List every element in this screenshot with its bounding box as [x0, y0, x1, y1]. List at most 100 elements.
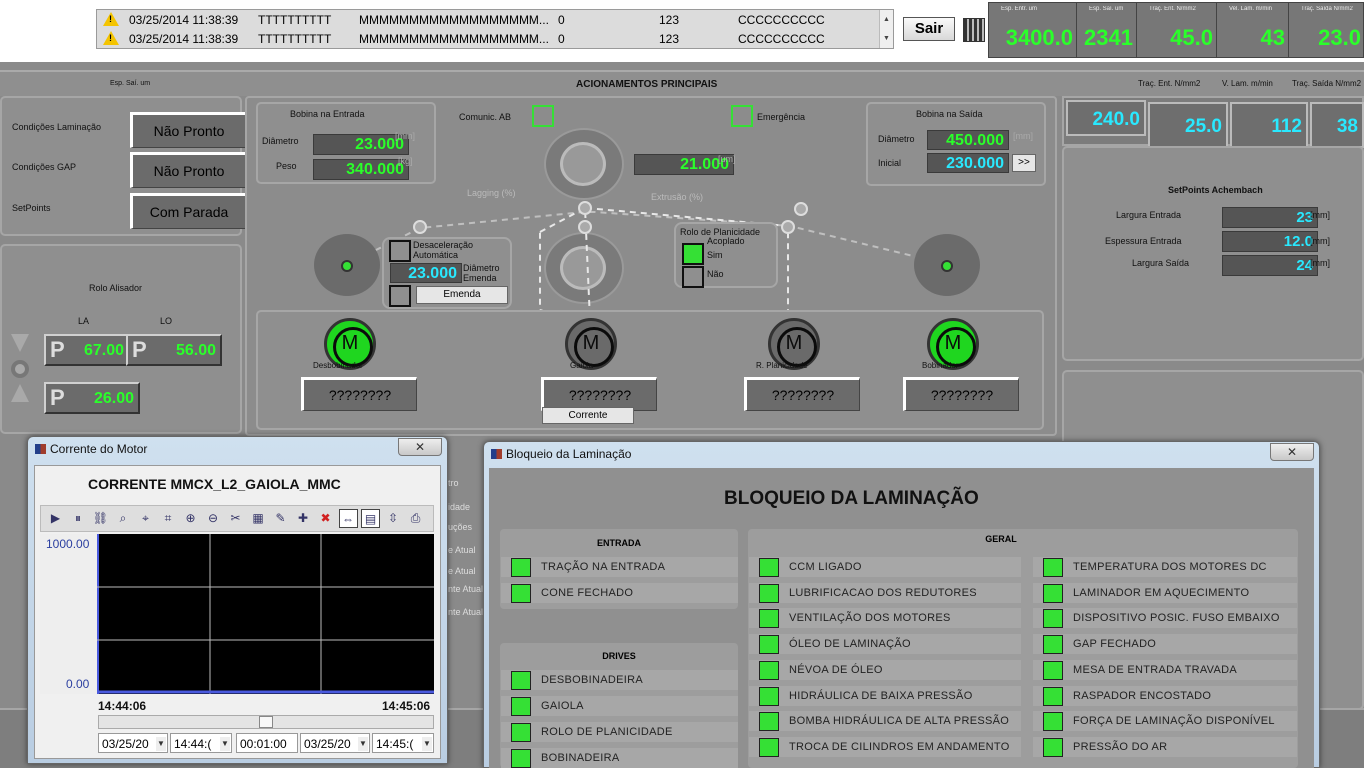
la-setpoint[interactable]: P 67.00 — [44, 334, 130, 366]
bobina-saida-next-button[interactable]: >> — [1012, 154, 1036, 172]
bobina-saida-unit-mm: [mm] — [1013, 131, 1033, 141]
calculator-icon[interactable] — [963, 18, 985, 42]
bobina-entrada-unit-mm: [mm] — [395, 131, 415, 141]
time-scrollbar[interactable] — [98, 715, 434, 729]
alarm-row[interactable]: ! 03/25/2014 11:38:39 TTTTTTTTTT MMMMMMMMMM… — [97, 29, 879, 48]
condition-status[interactable]: Não Pronto — [130, 112, 246, 148]
interlock-item: CONE FECHADO — [501, 583, 738, 603]
top-meter-value: 45.0 — [1170, 25, 1213, 50]
pen-icon[interactable]: ✎ — [271, 509, 290, 528]
third-setpoint[interactable]: P 26.00 — [44, 382, 140, 414]
deflector-roll-1 — [413, 220, 427, 234]
grid-icon[interactable]: ▦ — [249, 509, 268, 528]
motor-status[interactable]: ???????? — [301, 377, 417, 411]
interlock-label: NÉVOA DE ÓLEO — [789, 663, 883, 676]
time-control[interactable]: 03/25/20 ▼ — [300, 733, 370, 753]
top-meter-label: Esp. Entr. um — [1001, 6, 1038, 12]
right-meter-value: 240.0 — [1092, 109, 1140, 130]
interlock-item: MESA DE ENTRADA TRAVADA — [1033, 659, 1297, 680]
interlock-label: ÓLEO DE LAMINAÇÃO — [789, 638, 911, 651]
motor-status[interactable]: ???????? — [903, 377, 1019, 411]
time-control[interactable]: 14:44:(▼ — [170, 733, 232, 753]
condition-status[interactable]: Com Parada — [130, 193, 246, 229]
interlock-label: BOBINADEIRA — [541, 752, 620, 764]
interlock-item: TROCA DE CILINDROS EM ANDAMENTO — [749, 736, 1021, 757]
comunic-indicator — [532, 105, 554, 127]
zoom-area-icon[interactable]: ⌕ — [114, 509, 133, 528]
interlock-item: CCM LIGADO — [749, 557, 1021, 577]
interlock-label: DESBOBINADEIRA — [541, 674, 644, 686]
lo-setpoint[interactable]: P 56.00 — [126, 334, 222, 366]
largura-saida-value[interactable]: 24 — [1222, 255, 1318, 276]
corrente-button[interactable]: Corrente — [542, 407, 634, 424]
right-meter: 25.0 — [1148, 102, 1228, 148]
interlock-label: GAP FECHADO — [1073, 638, 1157, 651]
emenda-button[interactable]: Emenda — [416, 286, 508, 304]
motor-status[interactable]: ???????? — [541, 377, 657, 411]
condition-label: SetPoints — [12, 203, 51, 213]
setpoint-unit-2: [mm] — [1310, 236, 1330, 246]
arrow-up-icon[interactable] — [11, 384, 29, 402]
alarm-cell: 0 — [558, 13, 565, 27]
alarm-row[interactable]: ! 03/25/2014 11:38:39 TTTTTTTTTT MMMMMMMMMM… — [97, 10, 879, 29]
chart-x-start: 14:44:06 — [98, 699, 147, 713]
status-indicator — [1043, 609, 1063, 629]
cut-icon[interactable]: ✂ — [226, 509, 245, 528]
time-control[interactable]: 00:01:00 — [236, 733, 298, 753]
status-indicator — [759, 609, 779, 629]
interlock-label: LUBRIFICACAO DOS REDUTORES — [789, 586, 977, 599]
pause-icon[interactable]: ⏸ — [69, 509, 88, 528]
desaceleracao-diametro: 23.000 — [390, 263, 462, 283]
deflector-roll-2 — [578, 201, 592, 215]
current-chart — [97, 534, 434, 694]
interlock-label: FORÇA DE LAMINAÇÃO DISPONÍVEL — [1073, 715, 1275, 728]
warning-mark: ! — [109, 33, 112, 43]
delete-icon[interactable]: ✖ — [316, 509, 335, 528]
right-meter: 38 — [1310, 102, 1364, 148]
alarm-cell: MMMMMMMMMMMMMMMMMM... — [359, 32, 549, 46]
panel-icon[interactable]: ▤ — [361, 509, 380, 528]
desaceleracao-title: Desaceleração Automática — [413, 240, 474, 260]
setpoints-achembach-panel — [1062, 146, 1364, 361]
interlock-label: CCM LIGADO — [789, 561, 862, 573]
scroll-thumb[interactable] — [259, 716, 273, 728]
sair-button[interactable]: Sair — [903, 17, 955, 41]
interlock-item: PRESSÃO DO AR — [1033, 736, 1297, 757]
alarm-cell: 123 — [659, 32, 680, 46]
alarm-list[interactable]: ! 03/25/2014 11:38:39 TTTTTTTTTT MMMMMMMMMM… — [96, 9, 894, 49]
header-trac-sai: Traç. Saída N/mm2 — [1292, 79, 1362, 88]
right-meter-value: 25.0 — [1185, 116, 1222, 137]
time-control[interactable]: 03/25/20 ▼ — [98, 733, 168, 753]
arrow-down-icon[interactable] — [11, 334, 29, 352]
zoom-out-icon[interactable]: ⊖ — [204, 509, 223, 528]
header-trac-ent: Traç. Ent. N/mm2 — [1138, 79, 1201, 88]
window-app-icon — [35, 444, 46, 454]
link-icon[interactable]: ⛓ — [91, 509, 110, 528]
motor-status[interactable]: ???????? — [744, 377, 860, 411]
close-icon[interactable]: ✕ — [398, 438, 442, 456]
alarm-scrollbar[interactable]: ▲ ▼ — [879, 10, 893, 48]
emergencia-indicator — [731, 105, 753, 127]
play-icon[interactable]: ▶ — [46, 509, 65, 528]
espessura-entrada-value[interactable]: 12.0 — [1222, 231, 1318, 252]
header-esp-sai: Esp. Saí. um — [110, 80, 151, 87]
close-icon[interactable]: ✕ — [1270, 443, 1314, 461]
status-indicator — [759, 737, 779, 757]
nao-label: Não — [707, 269, 724, 279]
status-indicator — [1043, 686, 1063, 706]
interlock-label: RASPADOR ENCOSTADO — [1073, 689, 1212, 702]
largura-entrada-value[interactable]: 23 — [1222, 207, 1318, 228]
motor-symbol: M — [582, 332, 600, 354]
zoom-fit-icon[interactable]: ⌖ — [136, 509, 155, 528]
zoom-in-icon[interactable]: ⊕ — [181, 509, 200, 528]
print-icon[interactable]: ⎙ — [406, 509, 425, 528]
bobinador-coil-center — [941, 260, 953, 272]
toggle-icon[interactable]: ⇔ — [338, 509, 358, 528]
scale-icon[interactable]: ⇳ — [384, 509, 403, 528]
add-icon[interactable]: ✚ — [294, 509, 313, 528]
condition-status[interactable]: Não Pronto — [130, 152, 246, 188]
interlock-item: ÓLEO DE LAMINAÇÃO — [749, 634, 1021, 655]
time-control[interactable]: 14:45:(▼ — [372, 733, 434, 753]
zoom-box-icon[interactable]: ⌗ — [159, 509, 178, 528]
status-indicator — [759, 635, 779, 655]
